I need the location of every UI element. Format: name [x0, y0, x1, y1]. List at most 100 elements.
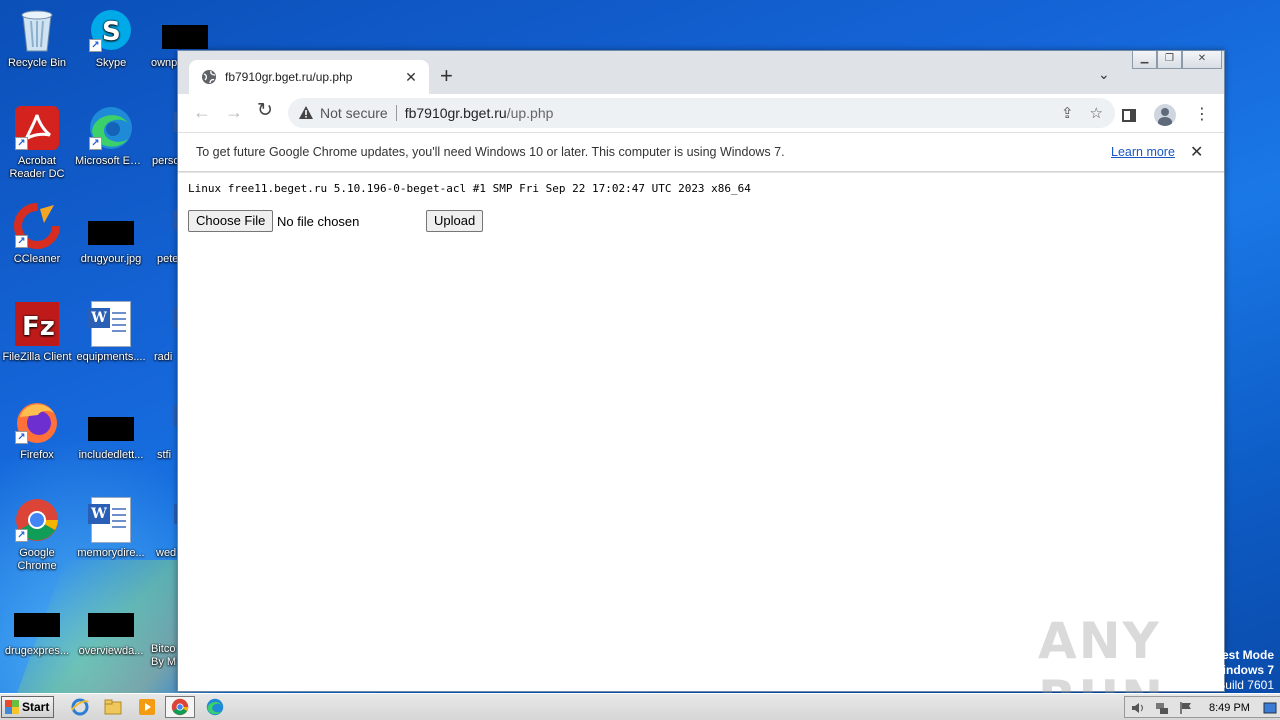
side-panel-icon[interactable] [1122, 108, 1136, 122]
new-tab-button[interactable]: + [440, 64, 453, 88]
svg-text:S: S [102, 17, 121, 47]
filezilla-icon: Fz [13, 300, 61, 348]
desktop-icon-label: CCleaner [13, 253, 61, 265]
not-secure-label[interactable]: Not secure [320, 105, 388, 121]
desktop-icon-overviewda[interactable]: overviewda... [74, 604, 148, 658]
desktop-icon-memorydire[interactable]: W memorydire... [74, 496, 148, 560]
desktop-icon-equipments[interactable]: W equipments.... [74, 300, 148, 364]
taskbar-chrome-button[interactable] [165, 696, 195, 718]
test-mode-line1: est Mode [1221, 648, 1274, 662]
profile-avatar-icon[interactable] [1154, 104, 1176, 126]
update-infobar: To get future Google Chrome updates, you… [178, 132, 1224, 172]
desktop-icon-drugexpres[interactable]: drugexpres... [0, 604, 74, 658]
svg-text:Fz: Fz [22, 312, 55, 342]
tab-strip: fb7910gr.bget.ru/up.php ✕ + ⌄ ▁ ❐ ✕ [178, 51, 1224, 94]
omnibox-separator [395, 105, 397, 121]
desktop-icon-label: includedlett... [78, 449, 144, 461]
window-controls: ▁ ❐ ✕ [1132, 51, 1222, 69]
file-explorer-icon[interactable] [104, 698, 122, 716]
minimize-button[interactable]: ▁ [1132, 51, 1157, 69]
start-button[interactable]: Start [1, 696, 54, 718]
chrome-icon [171, 698, 189, 716]
media-player-icon[interactable] [138, 698, 156, 716]
acrobat-icon: ↗ [13, 104, 61, 152]
menu-kebab-icon[interactable]: ⋮ [1194, 107, 1210, 123]
desktop-icon-microsoft-edge[interactable]: ↗ Microsoft Edge [74, 104, 148, 168]
forward-arrow-icon[interactable]: → [225, 103, 243, 121]
windows-logo-icon [5, 700, 19, 714]
desktop-icon-label: Recycle Bin [7, 57, 67, 69]
tab-search-chevron-icon[interactable]: ⌄ [1098, 66, 1110, 83]
upload-button[interactable]: Upload [426, 210, 484, 232]
back-arrow-icon[interactable]: ← [193, 103, 211, 121]
recycle-bin-icon [13, 6, 61, 54]
chrome-icon: ↗ [13, 496, 61, 544]
start-label: Start [22, 700, 50, 714]
firefox-icon: ↗ [13, 398, 61, 446]
globe-icon [202, 70, 216, 84]
address-bar[interactable]: Not secure fb7910gr.bget.ru/up.php ⇪ ☆ [288, 98, 1115, 128]
desktop-icon-label: Bitco By M [151, 643, 177, 668]
no-file-chosen-label: No file chosen [277, 214, 360, 229]
choose-file-button[interactable]: Choose File [188, 210, 274, 232]
show-desktop-icon[interactable] [1263, 701, 1277, 715]
black-image-icon [87, 212, 135, 250]
shortcut-arrow-icon: ↗ [15, 529, 28, 542]
ccleaner-icon: ↗ [13, 202, 61, 250]
desktop-icon-filezilla[interactable]: Fz FileZilla Client [0, 300, 74, 364]
desktop-icon-label: overviewda... [78, 645, 144, 657]
black-image-icon [87, 408, 135, 446]
bookmark-star-icon[interactable]: ☆ [1090, 104, 1103, 122]
desktop-icon-label: Acrobat Reader DC [9, 155, 65, 180]
chrome-window: fb7910gr.bget.ru/up.php ✕ + ⌄ ▁ ❐ ✕ ← → … [177, 50, 1225, 692]
shortcut-arrow-icon: ↗ [15, 431, 28, 444]
shortcut-arrow-icon: ↗ [15, 235, 28, 248]
desktop-icon-firefox[interactable]: ↗ Firefox [0, 398, 74, 462]
shortcut-arrow-icon: ↗ [15, 137, 28, 150]
desktop-icon-label: drugexpres... [4, 645, 70, 657]
infobar-close-icon[interactable]: ✕ [1190, 142, 1203, 162]
desktop-icon-label: Google Chrome [17, 547, 57, 572]
desktop-icon-skype[interactable]: S ↗ Skype [74, 6, 148, 70]
learn-more-link[interactable]: Learn more [1111, 145, 1175, 159]
test-mode-notice: est Mode indows 7 Build 7601 [1217, 648, 1274, 693]
desktop-icon-google-chrome[interactable]: ↗ Google Chrome [0, 496, 74, 573]
tab-title: fb7910gr.bget.ru/up.php [225, 70, 353, 84]
reload-icon[interactable]: ↻ [257, 101, 273, 120]
share-icon[interactable]: ⇪ [1061, 104, 1074, 122]
maximize-button[interactable]: ❐ [1157, 51, 1182, 69]
edge-icon: ↗ [87, 104, 135, 152]
clock[interactable]: 8:49 PM [1209, 702, 1250, 714]
system-tray: 8:49 PM [1124, 696, 1280, 718]
desktop-icon-label: drugyour.jpg [80, 253, 142, 265]
url-path: /up.php [506, 105, 554, 121]
desktop-icon-ccleaner[interactable]: ↗ CCleaner [0, 202, 74, 266]
desktop-icon-includedlett[interactable]: includedlett... [74, 408, 148, 462]
browser-toolbar: ← → ↻ Not secure fb7910gr.bget.ru/up.php… [178, 94, 1224, 132]
action-center-flag-icon[interactable] [1179, 701, 1193, 715]
test-mode-line3: Build 7601 [1217, 678, 1274, 692]
speaker-icon[interactable] [1131, 701, 1145, 715]
desktop-icon-label: FileZilla Client [2, 351, 72, 363]
desktop-icon-label: equipments.... [76, 351, 146, 363]
infobar-message: To get future Google Chrome updates, you… [196, 145, 785, 159]
url-host: fb7910gr.bget.ru [404, 105, 507, 121]
edge-icon[interactable] [206, 698, 224, 716]
taskbar: Start 8:49 PM [0, 693, 1280, 720]
browser-tab[interactable]: fb7910gr.bget.ru/up.php ✕ [189, 60, 429, 94]
close-window-button[interactable]: ✕ [1182, 51, 1222, 69]
desktop-icon-recycle-bin[interactable]: Recycle Bin [0, 6, 74, 70]
uname-output: Linux free11.beget.ru 5.10.196-0-beget-a… [188, 182, 751, 195]
network-icon[interactable] [1155, 701, 1169, 715]
internet-explorer-icon[interactable] [71, 698, 89, 716]
word-doc-icon: W [87, 496, 135, 544]
desktop-icon-label: Microsoft Edge [75, 155, 148, 167]
black-image-icon [13, 604, 61, 642]
desktop-icon-acrobat[interactable]: ↗ Acrobat Reader DC [0, 104, 74, 181]
shortcut-arrow-icon: ↗ [89, 137, 102, 150]
test-mode-line2: indows 7 [1222, 663, 1274, 677]
desktop-icon-label: memorydire... [77, 547, 145, 559]
desktop-icon-drugyour[interactable]: drugyour.jpg [74, 212, 148, 266]
shortcut-arrow-icon: ↗ [89, 39, 102, 52]
tab-close-icon[interactable]: ✕ [403, 69, 419, 86]
